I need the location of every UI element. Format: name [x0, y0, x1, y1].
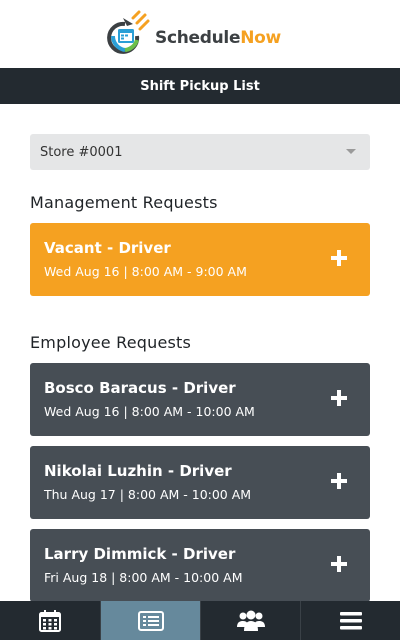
- store-select-value: Store #0001: [40, 144, 123, 160]
- request-title: Vacant - Driver: [44, 239, 171, 257]
- page-title: Shift Pickup List: [140, 78, 260, 94]
- request-time: Fri Aug 18 | 8:00 AM - 10:00 AM: [44, 570, 243, 585]
- employee-request-card[interactable]: Larry Dimmick - Driver Fri Aug 18 | 8:00…: [30, 529, 370, 602]
- tab-schedule[interactable]: [0, 601, 100, 640]
- tab-team[interactable]: [200, 601, 300, 640]
- logo-header: ScheduleNow: [0, 0, 400, 68]
- management-request-card[interactable]: Vacant - Driver Wed Aug 16 | 8:00 AM - 9…: [30, 223, 370, 296]
- bottom-tab-bar: [0, 601, 400, 640]
- app-screen: ScheduleNow Shift Pickup List Store #000…: [0, 0, 400, 640]
- employee-request-card[interactable]: Nikolai Luzhin - Driver Thu Aug 17 | 8:0…: [30, 446, 370, 519]
- logo-wordmark: ScheduleNow: [155, 28, 281, 48]
- logo-text-now: Now: [240, 28, 281, 48]
- employee-request-card[interactable]: Bosco Baracus - Driver Wed Aug 16 | 8:00…: [30, 363, 370, 436]
- add-icon[interactable]: [330, 249, 348, 267]
- request-time: Wed Aug 16 | 8:00 AM - 9:00 AM: [44, 264, 247, 279]
- request-title: Larry Dimmick - Driver: [44, 545, 236, 563]
- tab-shift-pickup[interactable]: [100, 601, 200, 640]
- management-requests-heading: Management Requests: [30, 193, 218, 212]
- add-icon[interactable]: [330, 555, 348, 573]
- chevron-down-icon: [346, 149, 356, 154]
- calendar-icon: [39, 609, 61, 632]
- add-icon[interactable]: [330, 472, 348, 490]
- logo-icon: [107, 10, 150, 54]
- tab-menu[interactable]: [300, 601, 400, 640]
- employee-requests-heading: Employee Requests: [30, 333, 192, 352]
- list-icon: [137, 610, 164, 631]
- menu-icon: [339, 611, 362, 629]
- request-time: Wed Aug 16 | 8:00 AM - 10:00 AM: [44, 404, 255, 419]
- people-icon: [236, 610, 265, 631]
- store-select[interactable]: Store #0001: [30, 134, 370, 170]
- title-bar: Shift Pickup List: [0, 68, 400, 104]
- logo-text-schedule: Schedule: [155, 28, 241, 48]
- app-logo: ScheduleNow: [103, 9, 303, 59]
- request-title: Bosco Baracus - Driver: [44, 379, 236, 397]
- request-time: Thu Aug 17 | 8:00 AM - 10:00 AM: [44, 487, 252, 502]
- request-title: Nikolai Luzhin - Driver: [44, 462, 232, 480]
- add-icon[interactable]: [330, 389, 348, 407]
